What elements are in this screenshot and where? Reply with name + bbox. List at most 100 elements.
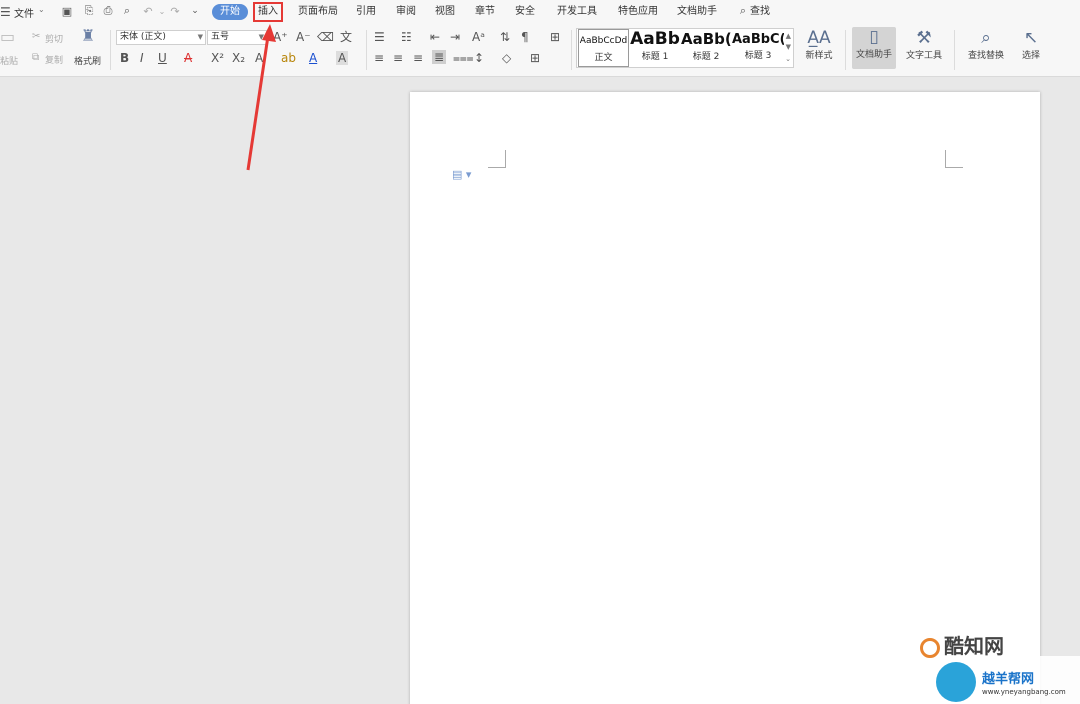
export-pdf-icon[interactable]: ⎘	[82, 4, 96, 18]
underline-icon[interactable]: U	[158, 51, 167, 65]
table-grid-icon[interactable]: ⊞	[550, 30, 560, 44]
justify-icon[interactable]: ≣	[432, 50, 447, 64]
redo-icon[interactable]: ↷	[168, 4, 182, 18]
styles-more-icon[interactable]: ⌄	[785, 55, 791, 63]
style-heading-2[interactable]: AaBb( 标题 2	[681, 29, 731, 67]
tab-review[interactable]: 审阅	[396, 4, 416, 20]
clear-format-icon[interactable]: ⌫	[317, 30, 334, 44]
align-left-icon[interactable]: ≡	[374, 51, 384, 65]
shading-icon[interactable]: ◇	[502, 51, 511, 65]
cut-button[interactable]: 剪切	[45, 32, 63, 45]
styles-gallery: AaBbCcDd 正文 AaBb 标题 1 AaBb( 标题 2 AaBbC( …	[576, 28, 794, 68]
margin-corner-mark	[945, 150, 963, 168]
bold-icon[interactable]: B	[120, 51, 129, 65]
sort-icon[interactable]: ⇅	[500, 30, 510, 44]
margin-corner-mark	[488, 150, 506, 168]
file-menu[interactable]: 文件	[14, 5, 34, 20]
find-replace-label: 查找替换	[967, 51, 1004, 61]
doc-assistant-icon: ▯	[869, 27, 879, 47]
yueyang-watermark-url: www.yneyangbang.com	[982, 688, 1066, 696]
new-style-label: 新样式	[805, 51, 833, 61]
document-workspace: ▤ ▾	[0, 78, 1080, 704]
font-color-icon[interactable]: A	[309, 51, 317, 65]
style-heading-1[interactable]: AaBb 标题 1	[630, 29, 680, 67]
menu-bar: ☰ 文件 ⌄ ▣ ⎘ ⎙ ⌕ ↶ ⌄ ↷ ⌄ 开始 插入 页面布局 引用 审阅 …	[0, 0, 1080, 24]
save-icon[interactable]: ▣	[60, 4, 74, 18]
phonetic-guide-icon[interactable]: 文	[340, 30, 352, 44]
paste-icon[interactable]: ▭	[0, 29, 15, 45]
align-right-icon[interactable]: ≡	[413, 51, 423, 65]
ribbon-divider	[571, 30, 572, 70]
document-page[interactable]: ▤ ▾	[410, 92, 1040, 704]
file-menu-chevron-icon[interactable]: ⌄	[38, 5, 45, 14]
strikethrough-icon[interactable]: A	[184, 51, 192, 65]
style-sample: AaBb(	[681, 30, 731, 48]
highlight-icon[interactable]: ab	[281, 51, 296, 65]
ribbon-divider	[954, 30, 955, 70]
tab-insert[interactable]: 插入	[253, 2, 283, 22]
chevron-down-icon: ▼	[258, 33, 264, 41]
kuzhi-logo-icon	[920, 637, 940, 658]
font-family-select[interactable]: 宋体 (正文) ▼	[116, 30, 206, 45]
tab-page-layout[interactable]: 页面布局	[298, 4, 338, 20]
paragraph-options-icon[interactable]: ▤ ▾	[452, 168, 471, 181]
tab-special-apps[interactable]: 特色应用	[618, 4, 658, 20]
tab-developer-tools[interactable]: 开发工具	[557, 4, 597, 20]
subscript-icon[interactable]: X₂	[232, 51, 245, 65]
shrink-font-icon[interactable]: A⁻	[296, 30, 311, 44]
doc-assistant-label: 文档助手	[855, 50, 892, 60]
ribbon-divider	[366, 30, 367, 70]
tab-home[interactable]: 开始	[212, 4, 248, 20]
styles-scroll-down-icon[interactable]: ▼	[786, 43, 791, 51]
style-label: 标题 3	[744, 51, 772, 61]
change-case-icon[interactable]: Aᵃ	[472, 30, 485, 44]
undo-dropdown-icon[interactable]: ⌄	[155, 4, 169, 18]
bullet-list-icon[interactable]: ☰	[374, 30, 385, 44]
tab-doc-assistant[interactable]: 文档助手	[677, 4, 717, 20]
show-marks-icon[interactable]: ¶	[521, 30, 529, 44]
select-button[interactable]: ↖ 选择	[1014, 28, 1048, 68]
italic-icon[interactable]: I	[140, 51, 144, 65]
hamburger-menu-icon[interactable]: ☰	[0, 3, 12, 21]
text-tools-button[interactable]: ⚒ 文字工具	[899, 28, 949, 68]
find-replace-button[interactable]: ⌕ 查找替换	[961, 28, 1011, 68]
print-icon[interactable]: ⎙	[101, 4, 115, 18]
style-heading-3[interactable]: AaBbC( 标题 3	[732, 29, 784, 67]
paste-button[interactable]: 粘贴	[0, 54, 18, 67]
cursor-icon: ↖	[1023, 28, 1039, 48]
style-sample: AaBbCcDd	[579, 36, 628, 46]
search-tab[interactable]: 查找	[750, 4, 770, 20]
line-spacing-icon[interactable]: ↕	[474, 51, 484, 65]
borders-icon[interactable]: ⊞	[530, 51, 540, 65]
new-style-button[interactable]: A̲A 新样式	[798, 28, 840, 68]
font-family-value: 宋体 (正文)	[120, 32, 166, 42]
tab-view[interactable]: 视图	[435, 4, 455, 20]
search-icon[interactable]: ⌕	[736, 4, 750, 18]
grow-font-icon[interactable]: A⁺	[273, 30, 288, 44]
tab-security[interactable]: 安全	[515, 4, 535, 20]
align-center-icon[interactable]: ≡	[393, 51, 403, 65]
increase-indent-icon[interactable]: ⇥	[450, 30, 460, 44]
search-icon: ⌕	[981, 28, 991, 48]
yueyang-watermark-text: 越羊帮网	[982, 672, 1035, 687]
styles-scroll-up-icon[interactable]: ▲	[786, 32, 791, 40]
copy-button[interactable]: 复制	[45, 53, 63, 66]
decrease-indent-icon[interactable]: ⇤	[430, 30, 440, 44]
text-tools-label: 文字工具	[905, 51, 942, 61]
undo-icon[interactable]: ↶	[141, 4, 155, 18]
distributed-align-icon[interactable]: ⩶	[453, 51, 474, 65]
format-painter-button[interactable]: 格式刷	[74, 54, 101, 67]
style-normal[interactable]: AaBbCcDd 正文	[578, 29, 629, 67]
tab-references[interactable]: 引用	[356, 4, 376, 20]
char-shading-icon[interactable]: A	[336, 51, 349, 65]
doc-assistant-button[interactable]: ▯ 文档助手	[852, 27, 896, 69]
yueyang-logo-icon	[936, 662, 976, 702]
customize-toolbar-icon[interactable]: ⌄	[188, 4, 202, 18]
numbered-list-icon[interactable]: ☷	[401, 30, 412, 44]
ribbon-divider	[845, 30, 846, 70]
print-preview-icon[interactable]: ⌕	[120, 4, 134, 18]
superscript-icon[interactable]: X²	[211, 51, 224, 65]
font-size-select[interactable]: 五号 ▼	[207, 30, 267, 45]
tab-chapter[interactable]: 章节	[475, 4, 495, 20]
text-effect-icon[interactable]: A	[255, 51, 263, 65]
